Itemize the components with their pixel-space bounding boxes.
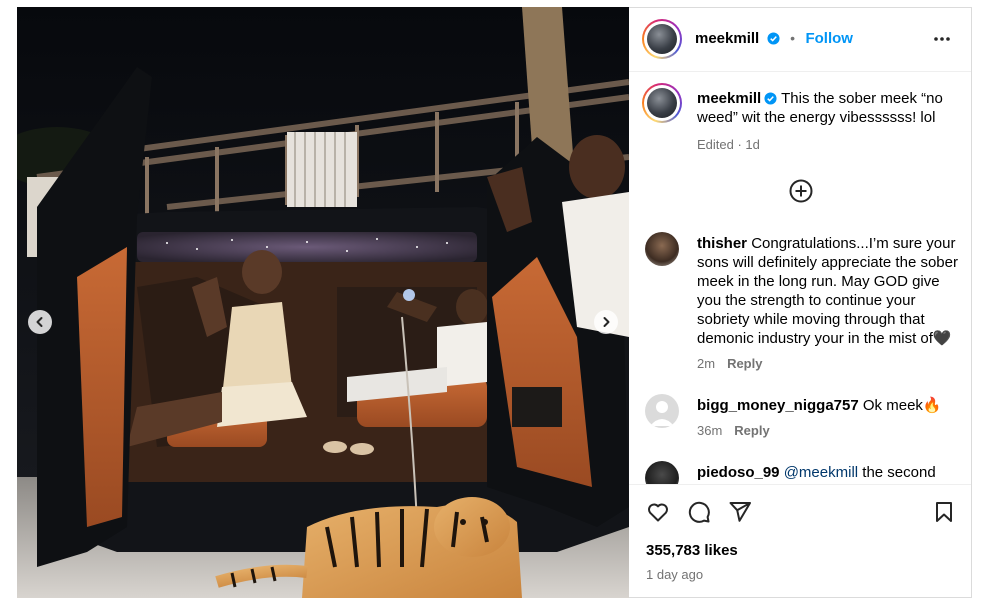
caption-author-avatar[interactable] [642, 83, 682, 123]
reply-button[interactable]: Reply [734, 423, 769, 438]
previous-photo-button[interactable] [28, 310, 52, 334]
author-username[interactable]: meekmill [695, 30, 759, 47]
commenter-username[interactable]: piedoso_99 [697, 464, 780, 481]
post-timestamp[interactable]: 1 day ago [646, 567, 703, 582]
verified-badge-icon [764, 92, 777, 105]
photo-scene [17, 7, 629, 598]
author-avatar[interactable] [642, 19, 682, 59]
paper-plane-icon[interactable] [728, 500, 752, 524]
follow-button[interactable]: Follow [805, 30, 853, 47]
comment-meta: 2m Reply [697, 355, 762, 373]
comment-body: thisher Congratulations...I’m sure your … [697, 234, 959, 348]
commenter-username[interactable]: thisher [697, 235, 747, 252]
comment-body: piedoso_99 @meekmill the second photo sh… [697, 463, 959, 484]
chevron-right-icon [603, 317, 610, 327]
commenter-avatar[interactable] [645, 461, 679, 484]
plus-circle-icon[interactable] [789, 179, 813, 203]
likes-count[interactable]: 355,783 likes [646, 542, 738, 559]
commenter-avatar[interactable] [645, 232, 679, 266]
more-options-icon[interactable] [933, 36, 951, 42]
post-header: meekmill • Follow [629, 8, 972, 71]
reply-button[interactable]: Reply [727, 356, 762, 371]
next-photo-button[interactable] [594, 310, 618, 334]
default-avatar-icon[interactable] [645, 394, 679, 428]
bookmark-icon[interactable] [932, 500, 956, 524]
post-side-panel: meekmill • Follow meekmill This the sobe… [629, 7, 972, 598]
caption-block: meekmill This the sober meek “no weed” w… [697, 89, 959, 152]
caption-text-row: meekmill This the sober meek “no weed” w… [697, 89, 959, 127]
header-separator: • [790, 30, 796, 46]
caption-meta: Edited · 1d [697, 137, 760, 152]
comment-meta: 36m Reply [697, 422, 770, 440]
comment-body: bigg_money_nigga757 Ok meek🔥 [697, 396, 959, 415]
verified-badge-icon [767, 32, 780, 45]
header-author-row: meekmill • Follow [695, 30, 853, 48]
comment-text: Ok meek🔥 [862, 397, 942, 414]
comment-time: 36m [697, 423, 723, 438]
comments-list[interactable]: meekmill This the sober meek “no weed” w… [629, 72, 972, 484]
action-bar: 355,783 likes 1 day ago [629, 485, 972, 599]
post-photo[interactable] [17, 7, 629, 598]
comment-mention-link[interactable]: @meekmill [784, 464, 858, 481]
commenter-username[interactable]: bigg_money_nigga757 [697, 397, 859, 414]
comment-time: 2m [697, 356, 716, 371]
chevron-left-icon [36, 317, 43, 327]
caption-author-username[interactable]: meekmill [697, 90, 761, 107]
comment-bubble-icon[interactable] [687, 500, 711, 524]
heart-icon[interactable] [646, 500, 670, 524]
